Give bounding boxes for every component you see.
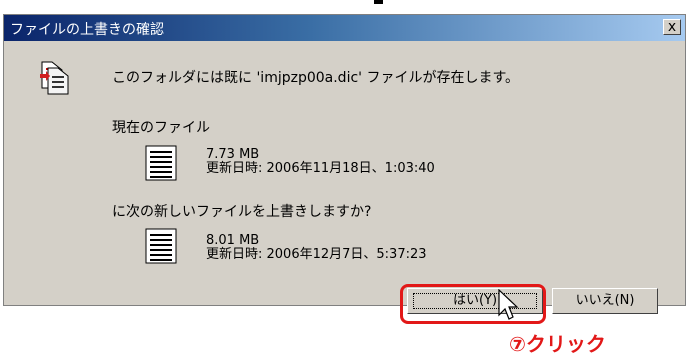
new-file-icon bbox=[145, 228, 177, 264]
no-button[interactable]: いいえ(N) bbox=[552, 288, 658, 314]
top-edge-mark bbox=[374, 0, 383, 4]
click-callout-text: ⑦クリック bbox=[509, 332, 606, 356]
window-title: ファイルの上書きの確認 bbox=[10, 22, 164, 38]
no-button-label: いいえ(N) bbox=[575, 293, 635, 308]
current-file-icon bbox=[145, 145, 177, 181]
exists-message: このフォルダには既に 'imjpzp00a.dic' ファイルが存在します。 bbox=[112, 70, 520, 86]
close-icon: x bbox=[667, 19, 677, 35]
overwrite-question: に次の新しいファイルを上書きしますか? bbox=[112, 204, 372, 220]
replace-file-icon bbox=[40, 61, 69, 95]
new-file-size: 8.01 MB bbox=[206, 233, 260, 248]
current-file-size: 7.73 MB bbox=[206, 147, 260, 162]
new-file-modified: 更新日時: 2006年12月7日、5:37:23 bbox=[206, 247, 427, 262]
title-bar[interactable]: ファイルの上書きの確認 x bbox=[4, 15, 685, 41]
click-callout: ⑦クリック bbox=[505, 324, 655, 356]
confirm-overwrite-dialog: ファイルの上書きの確認 x このフォルダには既に 'imjpzp00a.dic'… bbox=[3, 14, 686, 314]
highlight-ring bbox=[400, 284, 546, 324]
current-file-heading: 現在のファイル bbox=[112, 120, 210, 136]
current-file-modified: 更新日時: 2006年11月18日、1:03:40 bbox=[206, 161, 435, 176]
close-button[interactable]: x bbox=[663, 19, 681, 35]
mouse-pointer-icon bbox=[498, 289, 519, 320]
